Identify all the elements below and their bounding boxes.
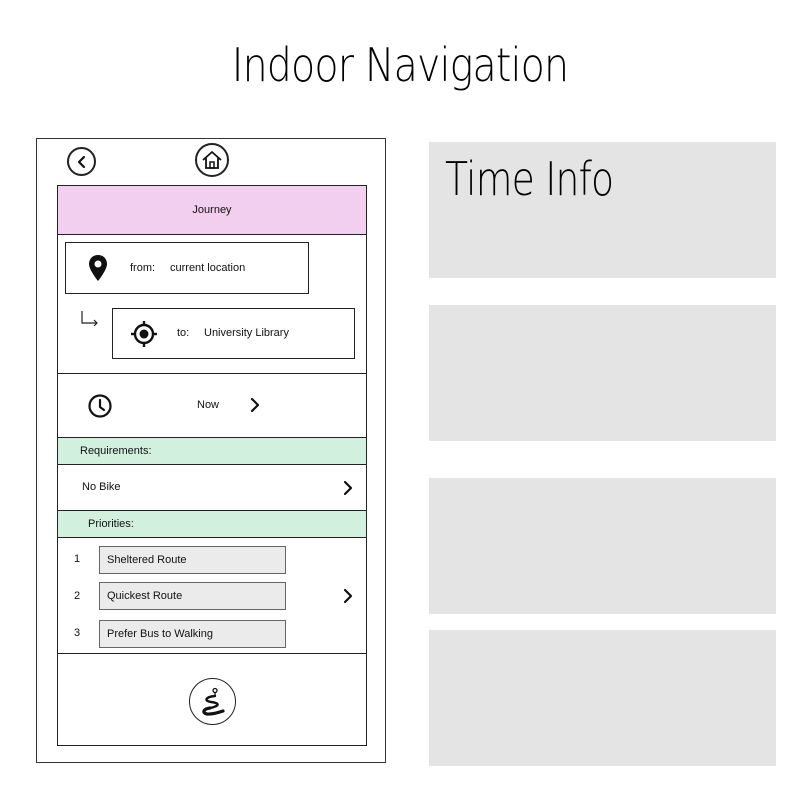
priority-label: Sheltered Route <box>107 554 187 566</box>
chevron-right-icon[interactable] <box>342 588 354 604</box>
priority-number: 3 <box>74 627 81 639</box>
info-panel <box>429 630 776 766</box>
priority-number: 1 <box>74 553 81 565</box>
chevron-right-icon <box>250 397 260 413</box>
requirements-header-label: Requirements: <box>80 445 152 457</box>
priority-item-quickest-route[interactable]: Quickest Route <box>99 582 286 610</box>
from-value: current location <box>170 262 246 274</box>
requirement-row[interactable]: No Bike <box>58 466 366 510</box>
from-field[interactable]: from: current location <box>65 242 309 294</box>
chevron-left-icon <box>77 155 85 168</box>
priority-item-prefer-bus[interactable]: Prefer Bus to Walking <box>99 620 286 648</box>
requirements-header: Requirements: <box>57 437 367 465</box>
priority-label: Prefer Bus to Walking <box>107 628 213 640</box>
priority-item-sheltered-route[interactable]: Sheltered Route <box>99 546 286 574</box>
to-value: University Library <box>204 327 289 339</box>
home-button[interactable] <box>195 143 229 177</box>
route-icon <box>201 687 225 716</box>
from-prefix: from: <box>130 262 156 274</box>
home-icon <box>202 151 222 169</box>
time-info-title: Time Info <box>445 152 614 206</box>
start-route-button[interactable] <box>189 678 236 725</box>
page-title: Indoor Navigation <box>231 38 569 92</box>
target-location-icon <box>131 321 157 347</box>
location-pin-icon <box>89 255 107 281</box>
priorities-header: Priorities: <box>57 510 367 538</box>
time-selector[interactable]: Now <box>58 374 366 437</box>
divider <box>57 653 367 654</box>
arrow-down-right-icon <box>81 311 98 326</box>
clock-icon <box>88 394 112 418</box>
priority-number: 2 <box>74 590 81 602</box>
priorities-header-label: Priorities: <box>88 518 134 530</box>
journey-header: Journey <box>57 185 367 235</box>
info-panel <box>429 305 776 441</box>
journey-label: Journey <box>192 204 232 216</box>
back-button[interactable] <box>67 147 96 176</box>
info-panel <box>429 478 776 614</box>
time-info-panel: Time Info <box>429 142 776 278</box>
chevron-right-icon <box>343 480 353 496</box>
to-prefix: to: <box>177 327 190 339</box>
requirement-value: No Bike <box>82 481 121 493</box>
time-label: Now <box>197 399 220 411</box>
to-field[interactable]: to: University Library <box>112 308 355 359</box>
priority-label: Quickest Route <box>107 590 183 602</box>
